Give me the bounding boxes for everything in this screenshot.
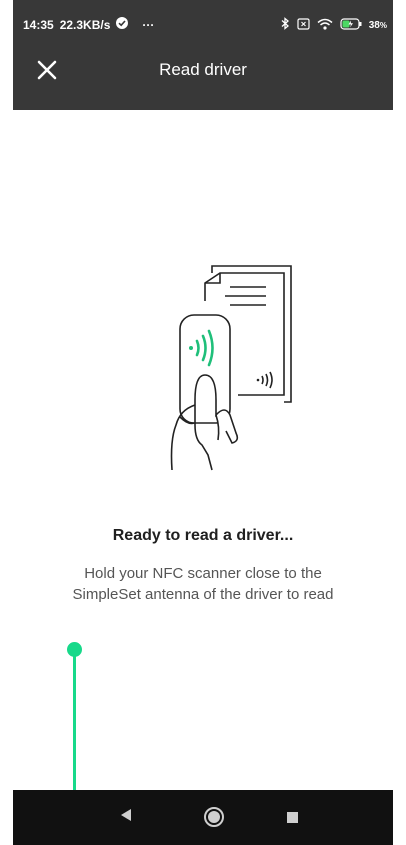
status-right: 38%	[280, 17, 387, 33]
bluetooth-icon	[280, 17, 290, 33]
wifi-icon	[317, 18, 333, 33]
page-title: Read driver	[159, 60, 247, 79]
app-bar: Read driver	[13, 50, 393, 110]
instruction-line-2: SimpleSet antenna of the driver to read	[72, 586, 334, 603]
status-time: 14:35	[23, 17, 54, 32]
sim-icon	[297, 17, 310, 33]
instruction-text: Hold your NFC scanner close to the Simpl…	[13, 563, 393, 605]
network-speed: 22.3KB/s	[59, 17, 111, 32]
more-notifications: ···	[142, 17, 155, 32]
battery-level: 38%	[368, 19, 387, 31]
nav-back-button[interactable]	[120, 808, 132, 827]
home-icon	[203, 807, 225, 832]
annotation-dot	[67, 642, 82, 657]
nfc-scanner-illustration	[150, 255, 300, 475]
status-bar: 14:35 22.3KB/s ··· 38%	[13, 0, 393, 50]
status-heading: Ready to read a driver...	[112, 527, 294, 544]
instruction-line-1: Hold your NFC scanner close to the	[84, 565, 322, 582]
recent-apps-icon[interactable]	[287, 812, 298, 823]
check-circle-icon	[116, 17, 129, 32]
system-nav-bar	[13, 790, 393, 845]
battery-icon	[340, 17, 362, 33]
status-left: 14:35 22.3KB/s ···	[23, 17, 154, 32]
nav-home-button[interactable]	[203, 806, 225, 833]
back-icon	[120, 809, 132, 826]
